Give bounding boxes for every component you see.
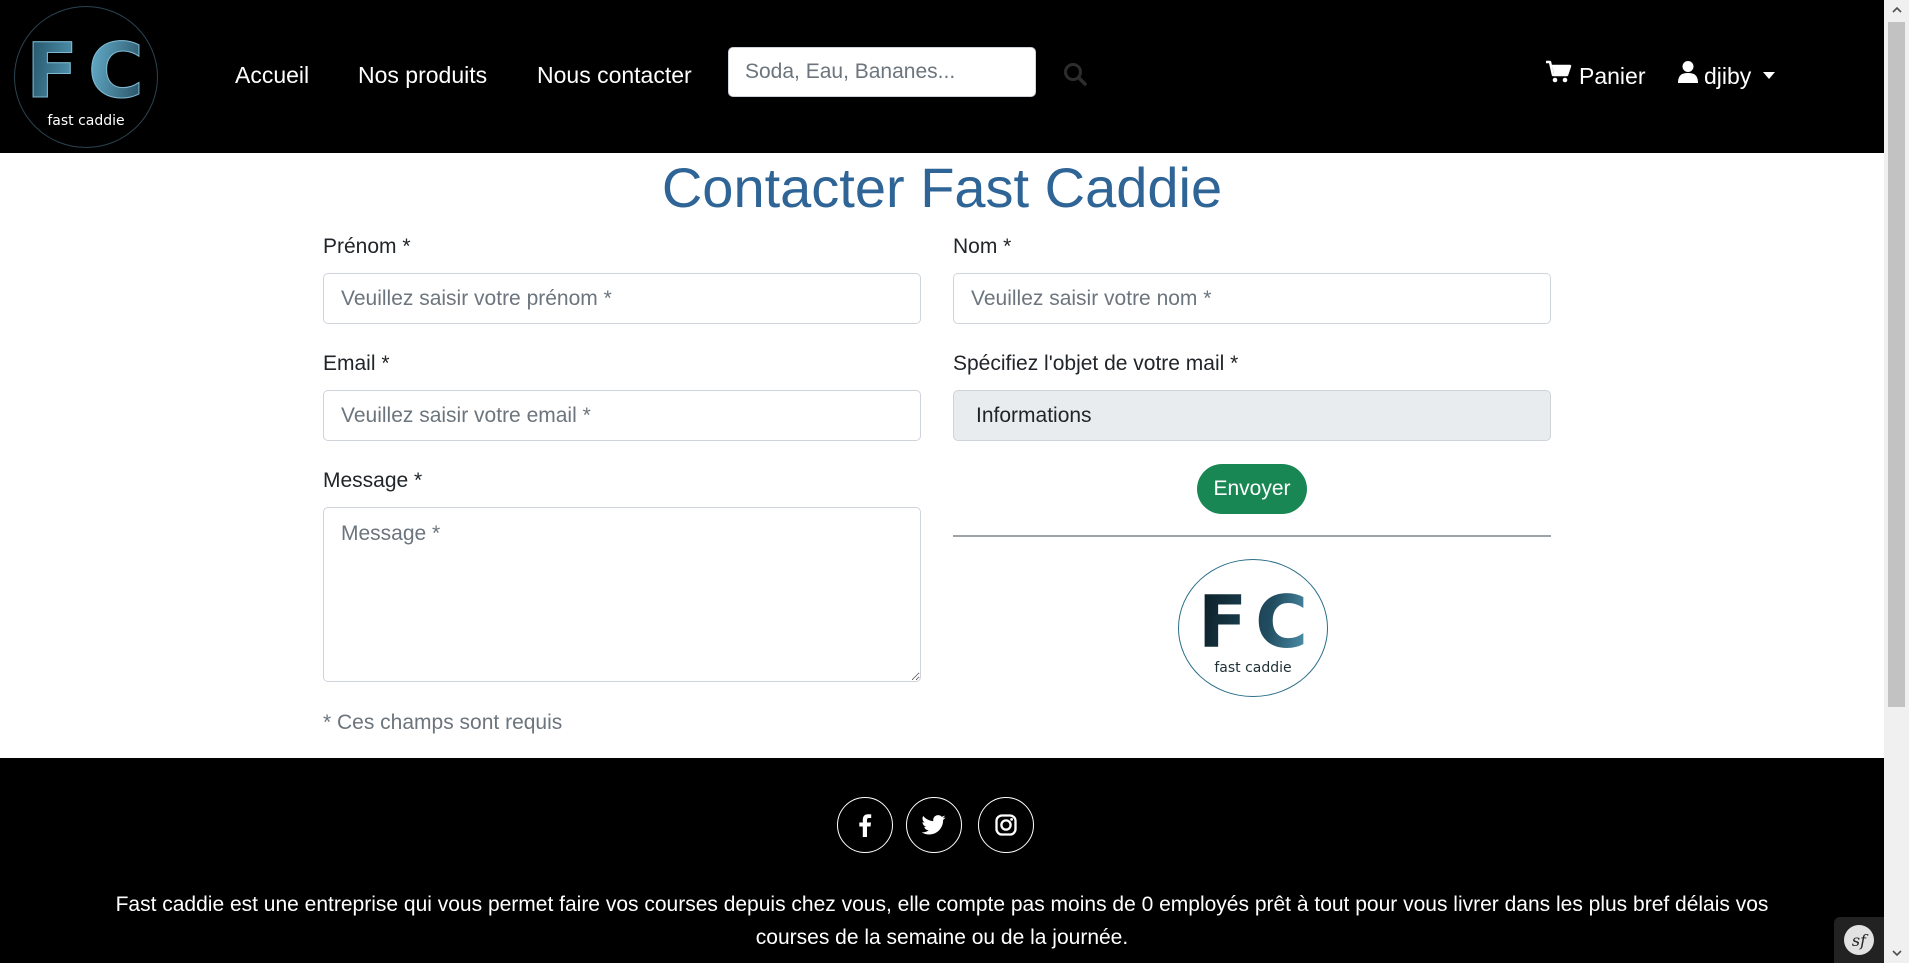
divider <box>953 535 1551 537</box>
required-note: * Ces champs sont requis <box>323 711 563 734</box>
brand-logo[interactable]: FC fast caddie <box>14 6 158 148</box>
page-title: Contacter Fast Caddie <box>661 156 1223 219</box>
symfony-toolbar-toggle[interactable]: sf <box>1834 917 1884 963</box>
scroll-down-arrow[interactable] <box>1884 943 1909 963</box>
subject-label: Spécifiez l'objet de votre mail * <box>953 352 1239 375</box>
user-menu-toggle[interactable]: djiby <box>1678 60 1776 91</box>
submit-button[interactable]: Envoyer <box>1197 464 1307 514</box>
user-icon <box>1678 60 1698 91</box>
firstname-label: Prénom * <box>323 235 411 258</box>
subject-select[interactable]: Informations <box>953 390 1551 441</box>
nav-link-home[interactable]: Accueil <box>235 60 309 90</box>
message-textarea[interactable] <box>323 507 921 682</box>
vertical-scrollbar[interactable] <box>1884 0 1909 963</box>
logo-tagline: fast caddie <box>47 113 125 129</box>
cart-link[interactable]: Panier <box>1545 60 1645 91</box>
message-label: Message * <box>323 469 423 492</box>
search-icon[interactable] <box>1062 61 1088 87</box>
lastname-label: Nom * <box>953 235 1012 258</box>
facebook-icon[interactable] <box>837 797 893 853</box>
navbar: FC fast caddie Accueil Nos produits Nous… <box>0 0 1884 153</box>
email-label: Email * <box>323 352 390 375</box>
footer-description: Fast caddie est une entreprise qui vous … <box>115 893 1769 949</box>
chevron-down-icon <box>1763 72 1776 79</box>
logo-tagline: fast caddie <box>1214 660 1292 676</box>
scroll-up-arrow[interactable] <box>1884 0 1909 20</box>
nav-link-contact[interactable]: Nous contacter <box>537 60 692 90</box>
contact-logo: FC fast caddie <box>1178 559 1328 697</box>
search-input[interactable] <box>728 47 1036 97</box>
firstname-field[interactable] <box>323 273 921 324</box>
nav-link-products[interactable]: Nos produits <box>358 60 487 90</box>
cart-icon <box>1545 60 1573 91</box>
symfony-icon: sf <box>1844 925 1874 955</box>
page: FC fast caddie Accueil Nos produits Nous… <box>0 0 1884 963</box>
scroll-thumb[interactable] <box>1888 22 1905 707</box>
logo-letters: FC <box>1197 580 1317 664</box>
logo-letters: FC <box>26 26 154 115</box>
lastname-field[interactable] <box>953 273 1551 324</box>
user-name: djiby <box>1704 62 1752 89</box>
instagram-icon[interactable] <box>978 797 1034 853</box>
cart-label: Panier <box>1579 62 1646 89</box>
email-field[interactable] <box>323 390 921 441</box>
twitter-icon[interactable] <box>906 797 962 853</box>
